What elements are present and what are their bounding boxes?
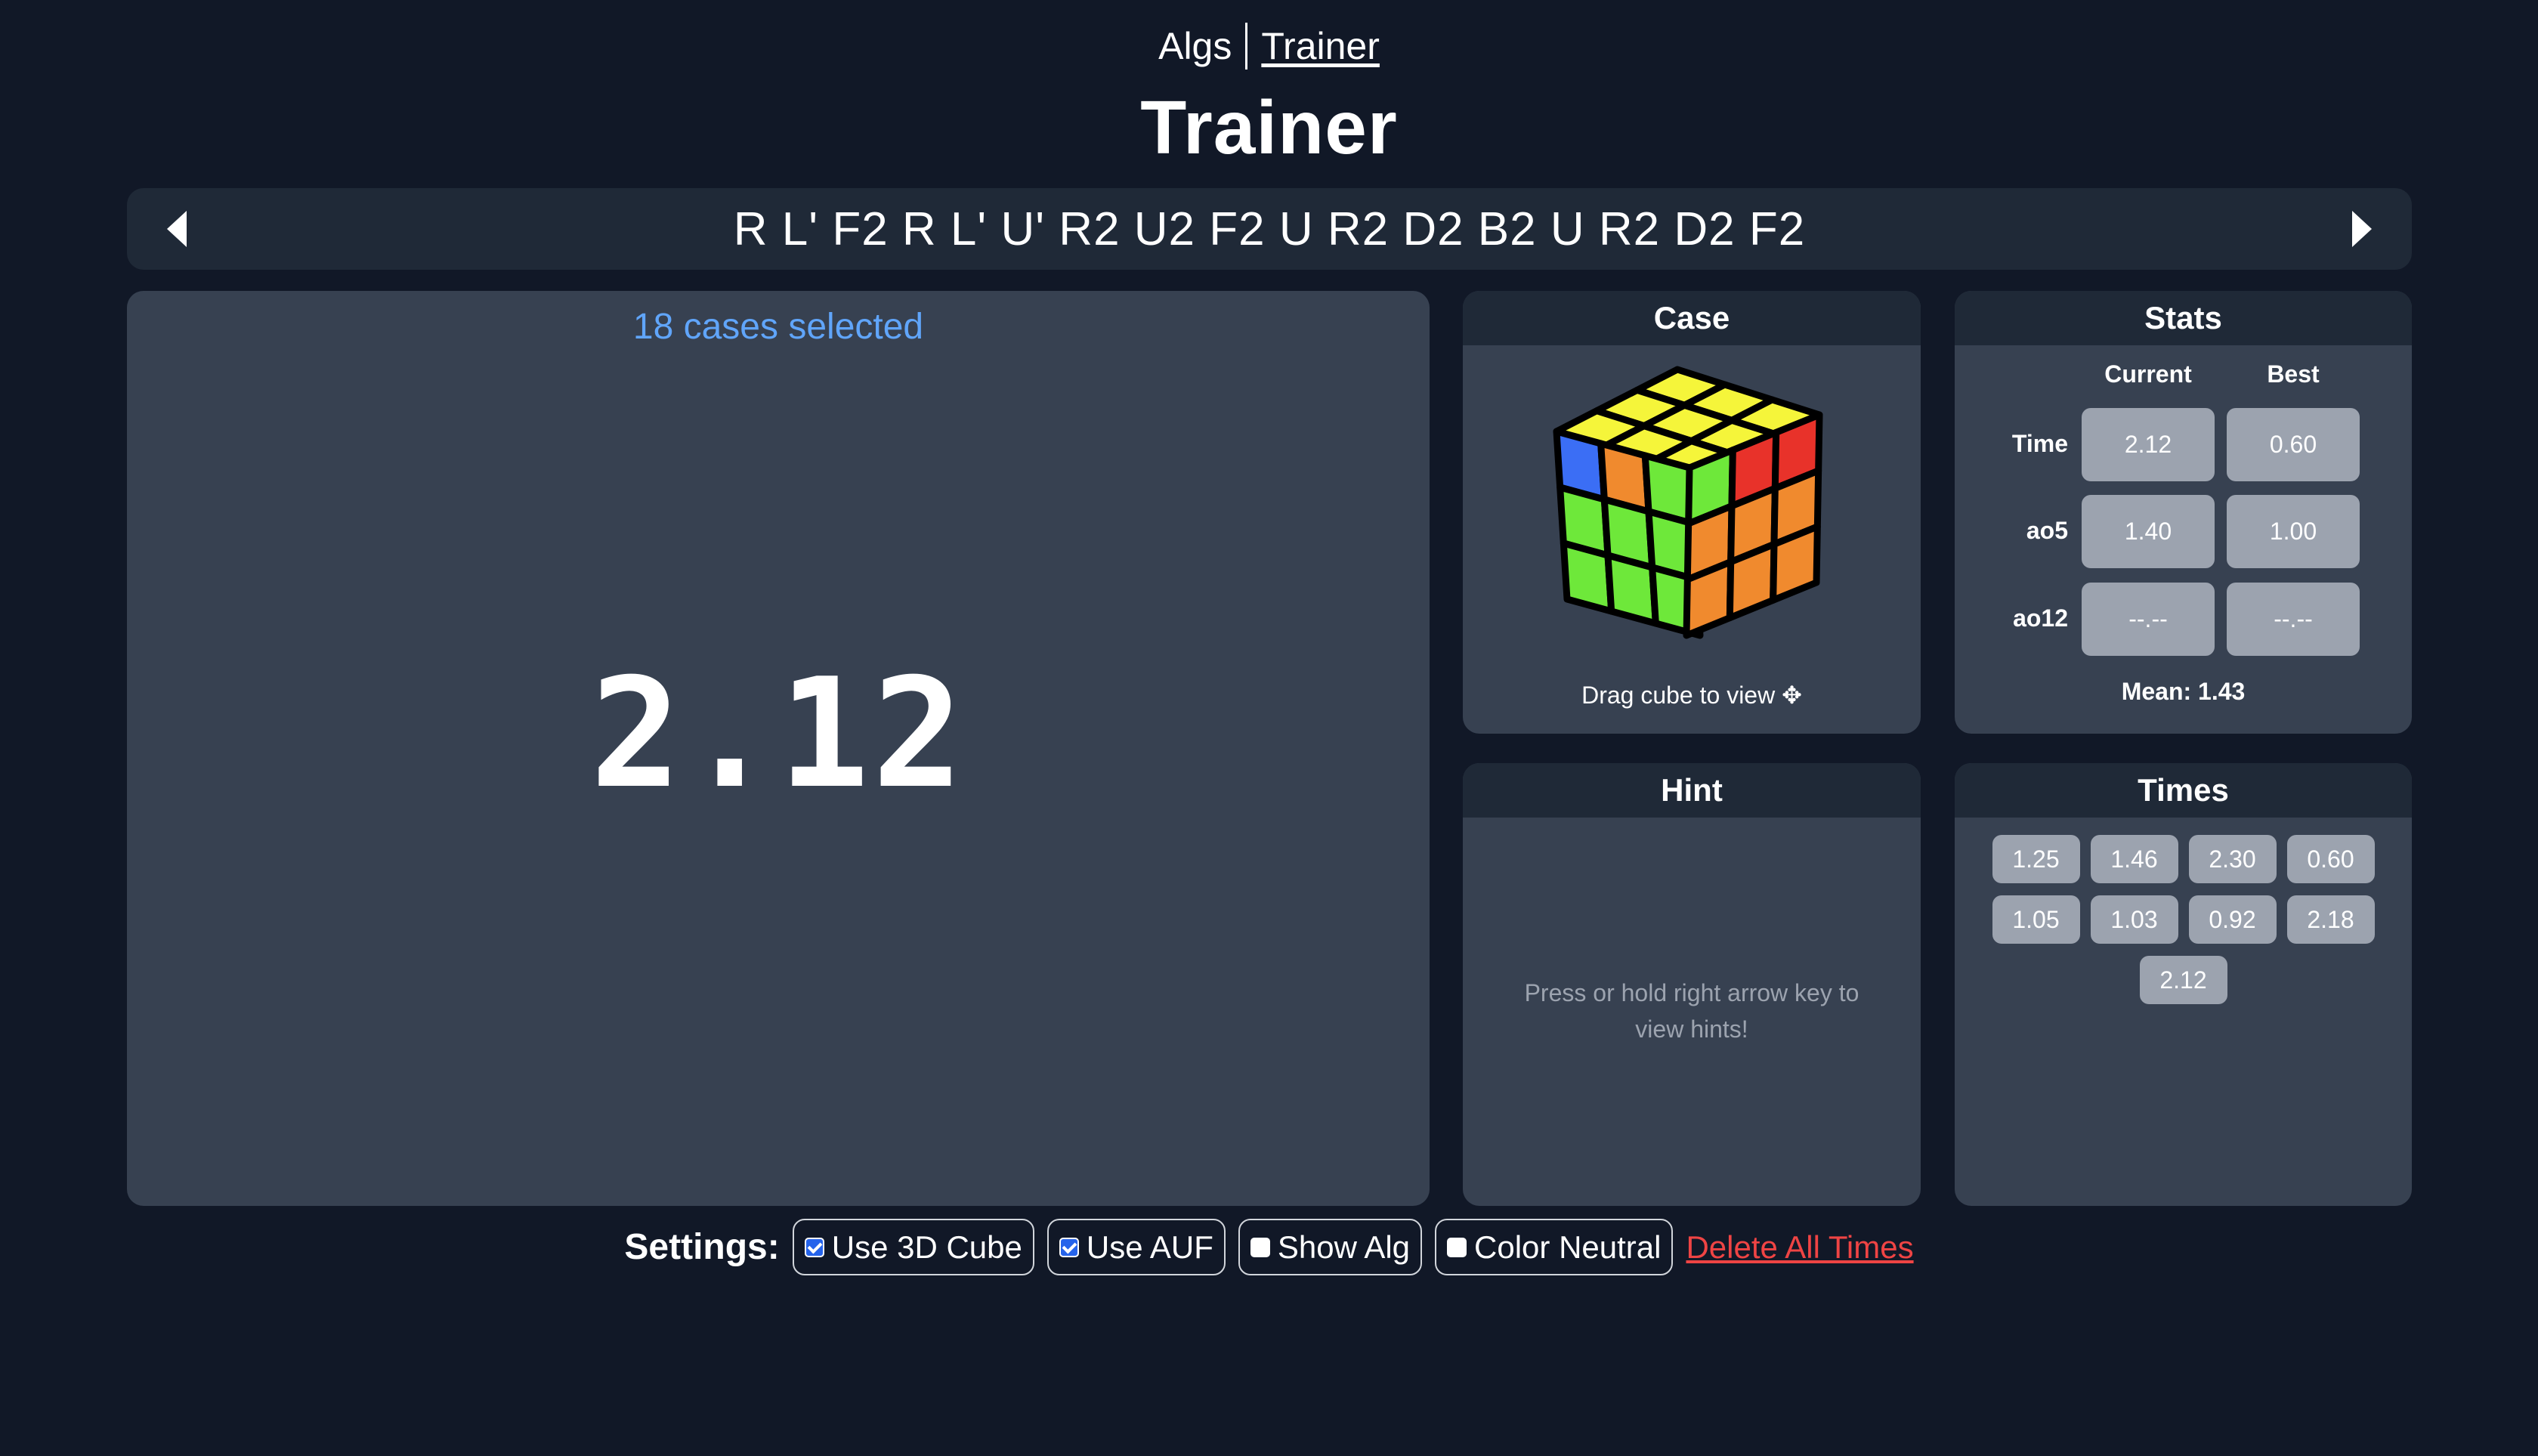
setting-label: Use 3D Cube — [831, 1229, 1022, 1265]
scramble-bar: R L' F2 R L' U' R2 U2 F2 U R2 D2 B2 U R2… — [127, 188, 2412, 270]
page-title: Trainer — [1140, 85, 1398, 170]
stat-ao12-best: --.-- — [2227, 583, 2360, 656]
next-scramble-button[interactable] — [2339, 206, 2385, 252]
settings-bar: Settings: Use 3D Cube Use AUF Show Alg C… — [0, 1219, 2538, 1275]
cube-3d-view[interactable] — [1538, 360, 1841, 663]
checkbox-use-3d-cube[interactable] — [804, 1237, 824, 1257]
hint-card: Hint Press or hold right arrow key to vi… — [1463, 763, 1921, 1206]
checkbox-use-auf[interactable] — [1059, 1237, 1079, 1257]
stats-card-header: Stats — [1955, 291, 2412, 345]
rubiks-cube-icon — [1553, 366, 1823, 639]
stats-row-label: ao5 — [2026, 517, 2068, 544]
time-chip[interactable]: 1.03 — [2090, 895, 2178, 944]
time-chip[interactable]: 1.46 — [2090, 835, 2178, 883]
settings-label: Settings: — [624, 1227, 780, 1267]
time-chip[interactable]: 1.25 — [1992, 835, 2080, 883]
stat-ao12-current: --.-- — [2082, 583, 2215, 656]
case-card-header: Case — [1463, 291, 1921, 345]
timer-panel[interactable]: 18 cases selected 2.12 — [127, 291, 1430, 1206]
setting-label: Show Alg — [1277, 1229, 1411, 1265]
stat-ao5-best: 1.00 — [2227, 495, 2360, 568]
checkbox-color-neutral[interactable] — [1447, 1237, 1467, 1257]
cube-sticker — [1560, 539, 1615, 615]
setting-color-neutral[interactable]: Color Neutral — [1435, 1219, 1674, 1275]
stats-row-label: ao12 — [2013, 604, 2068, 632]
times-card: Times 1.25 1.46 2.30 0.60 1.05 1.03 0.92… — [1955, 763, 2412, 1206]
nav-link-trainer[interactable]: Trainer — [1261, 24, 1380, 68]
trainer-page: Algs Trainer Trainer R L' F2 R L' U' R2 … — [0, 0, 2538, 1456]
case-card: Case Drag cube to view ✥ — [1463, 291, 1921, 734]
timer-display: 2.12 — [590, 646, 966, 822]
time-chip[interactable]: 0.60 — [2286, 835, 2375, 883]
top-nav: Algs Trainer — [0, 23, 2538, 70]
setting-show-alg[interactable]: Show Alg — [1238, 1219, 1423, 1275]
stats-col-current: Current — [2104, 360, 2192, 388]
times-list: 1.25 1.46 2.30 0.60 1.05 1.03 0.92 2.18 … — [1985, 835, 2382, 1004]
setting-label: Color Neutral — [1474, 1229, 1662, 1265]
caret-right-icon — [2351, 211, 2372, 247]
setting-label: Use AUF — [1086, 1229, 1213, 1265]
stat-time-current: 2.12 — [2082, 408, 2215, 481]
cases-selected-link[interactable]: 18 cases selected — [127, 306, 1430, 348]
checkbox-show-alg[interactable] — [1250, 1237, 1270, 1257]
time-chip[interactable]: 2.30 — [2188, 835, 2277, 883]
nav-link-algs[interactable]: Algs — [1158, 24, 1232, 68]
setting-use-3d-cube[interactable]: Use 3D Cube — [792, 1219, 1034, 1275]
delete-all-times-link[interactable]: Delete All Times — [1686, 1229, 1913, 1266]
nav-separator — [1245, 23, 1248, 70]
times-card-header: Times — [1955, 763, 2412, 818]
hint-card-header: Hint — [1463, 763, 1921, 818]
hint-text: Press or hold right arrow key to view hi… — [1524, 979, 1859, 1043]
time-chip[interactable]: 0.92 — [2188, 895, 2277, 944]
cube-sticker — [1604, 552, 1659, 627]
time-chip[interactable]: 2.18 — [2286, 895, 2375, 944]
stats-card: Stats Current Best Time 2.12 0.60 ao5 1.… — [1955, 291, 2412, 734]
prev-scramble-button[interactable] — [154, 206, 199, 252]
time-chip[interactable]: 2.12 — [2139, 956, 2227, 1004]
caret-left-icon — [167, 211, 187, 247]
drag-cube-hint: Drag cube to view ✥ — [1581, 682, 1802, 709]
scramble-text: R L' F2 R L' U' R2 U2 F2 U R2 D2 B2 U R2… — [733, 202, 1806, 255]
setting-use-auf[interactable]: Use AUF — [1046, 1219, 1226, 1275]
stats-col-best: Best — [2267, 360, 2320, 388]
stat-ao5-current: 1.40 — [2082, 495, 2215, 568]
stats-mean: Mean: 1.43 — [2121, 678, 2246, 705]
stats-row-label: Time — [2011, 430, 2068, 457]
stat-time-best: 0.60 — [2227, 408, 2360, 481]
time-chip[interactable]: 1.05 — [1992, 895, 2080, 944]
